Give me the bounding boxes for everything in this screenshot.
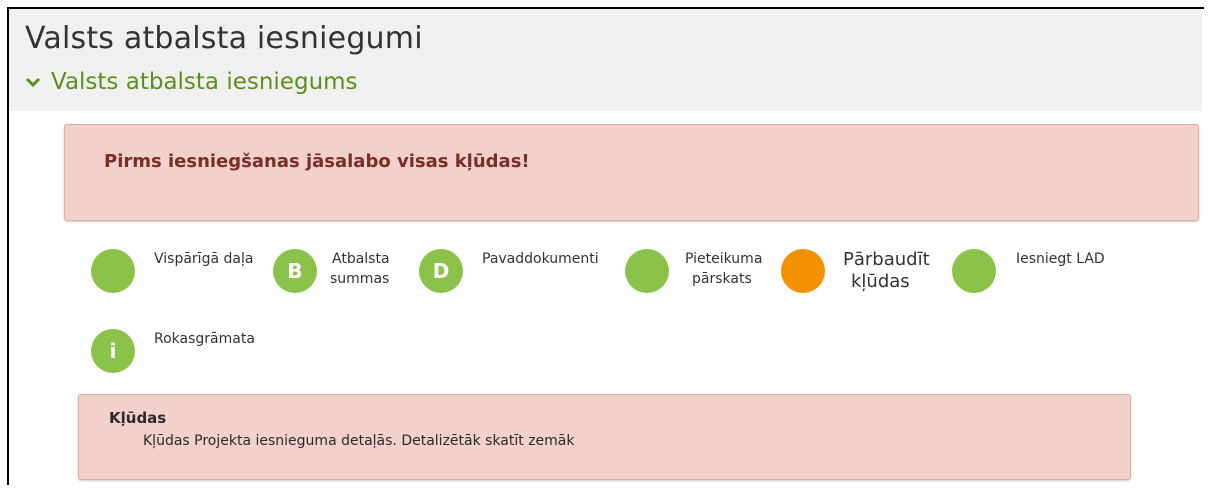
- step-letter-d-icon: D: [419, 249, 463, 293]
- step-label: Iesniegt LAD: [1016, 251, 1105, 267]
- step-label: Rokasgrāmata: [154, 331, 255, 347]
- step-label-line2: pārskats: [692, 271, 752, 287]
- step-label-line1: Pārbaudīt: [843, 249, 930, 270]
- page-frame: Valsts atbalsta iesniegumi Valsts atbals…: [7, 7, 1204, 485]
- step-label-line1: Atbalsta: [332, 251, 390, 267]
- step-letter-b-icon: B: [273, 249, 317, 293]
- section-label: Valsts atbalsta iesniegums: [51, 69, 358, 95]
- step-warning-icon: [781, 249, 825, 293]
- page-header: Valsts atbalsta iesniegumi Valsts atbals…: [9, 9, 1202, 111]
- step-label: Pavaddokumenti: [482, 251, 599, 267]
- step-check-icon: [625, 249, 669, 293]
- step-label-line2: summas: [330, 271, 390, 287]
- step-check-icon: [952, 249, 996, 293]
- alert-message: Pirms iesniegšanas jāsalabo visas kļūdas…: [104, 151, 530, 172]
- step-label: Vispārīgā daļa: [154, 251, 254, 267]
- submit-warning-alert: Pirms iesniegšanas jāsalabo visas kļūdas…: [64, 124, 1199, 221]
- errors-panel: Kļūdas Kļūdas Projekta iesnieguma detaļā…: [78, 394, 1131, 480]
- chevron-down-icon: [25, 77, 41, 88]
- page-title: Valsts atbalsta iesniegumi: [25, 21, 423, 56]
- info-icon: i: [91, 329, 135, 373]
- errors-title: Kļūdas: [109, 409, 167, 427]
- errors-text: Kļūdas Projekta iesnieguma detaļās. Deta…: [143, 433, 575, 449]
- step-label-line1: Pieteikuma: [685, 251, 763, 267]
- step-label-line2: kļūdas: [851, 271, 910, 292]
- step-check-icon: [91, 249, 135, 293]
- section-toggle[interactable]: Valsts atbalsta iesniegums: [25, 69, 358, 95]
